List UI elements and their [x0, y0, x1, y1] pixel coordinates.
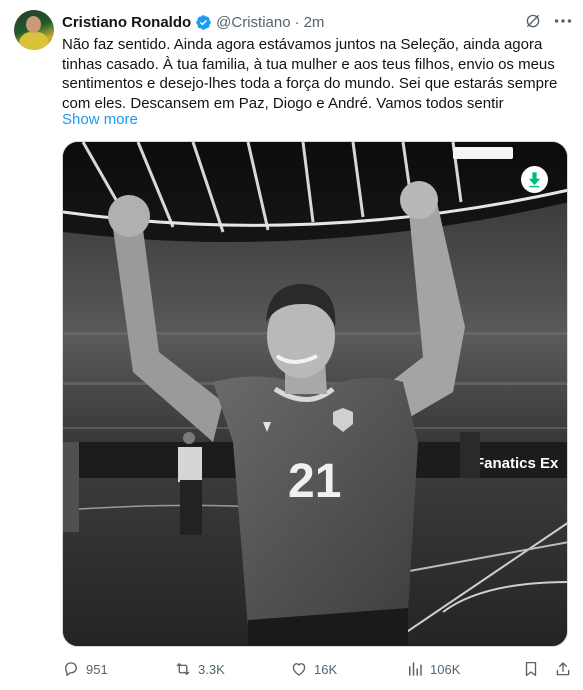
tweet-header: Cristiano Ronaldo @Cristiano · 2m [62, 12, 324, 32]
tweet-text: Não faz sentido. Ainda agora estávamos j… [62, 35, 567, 113]
share-button[interactable] [554, 657, 572, 681]
verified-badge-icon [196, 14, 211, 30]
tweet-text-line: sentimentos e desejo-lhes toda a força d… [62, 75, 558, 92]
show-more-link[interactable]: Show more [62, 111, 138, 128]
tweet-photo[interactable]: Fanatics Ex ics [62, 141, 568, 647]
board-text: Fanatics Ex [475, 455, 559, 472]
views-count: 106K [430, 661, 461, 677]
avatar[interactable] [14, 10, 54, 50]
like-icon [292, 663, 306, 676]
views-button[interactable]: 106K [406, 657, 460, 681]
author-name[interactable]: Cristiano Ronaldo [62, 14, 191, 31]
tweet-text-line: Não faz sentido. Ainda agora estávamos j… [62, 36, 543, 53]
more-icon[interactable] [552, 12, 574, 30]
retweet-button[interactable]: 3.3K [174, 657, 225, 681]
avatar-face [26, 16, 41, 33]
download-button[interactable] [521, 166, 548, 193]
like-button[interactable]: 16K [290, 657, 337, 681]
tweet-text-line: tinhas casado. À tua familia, à tua mulh… [62, 55, 555, 73]
retweet-icon [176, 663, 190, 675]
separator-dot: · [294, 13, 300, 31]
bookmark-icon [525, 661, 537, 677]
like-count: 16K [314, 661, 338, 677]
jersey-number: 21 [288, 455, 341, 508]
tweet[interactable]: Cristiano Ronaldo @Cristiano · 2m Não fa… [0, 0, 583, 690]
download-icon [528, 172, 541, 188]
grok-icon[interactable] [524, 12, 542, 30]
timestamp[interactable]: 2m [304, 14, 325, 31]
avatar-shirt [19, 32, 49, 50]
reply-icon [65, 662, 77, 677]
bookmark-button[interactable] [522, 657, 540, 681]
tweet-actions: 951 3.3K 16K 106K [62, 657, 574, 681]
author-handle[interactable]: @Cristiano [216, 14, 290, 31]
views-icon [409, 662, 422, 676]
player-celebration-photo: Fanatics Ex ics [63, 142, 567, 646]
share-icon [556, 662, 570, 676]
reply-count: 951 [86, 661, 108, 677]
reply-button[interactable]: 951 [62, 657, 108, 681]
retweet-count: 3.3K [198, 661, 225, 677]
